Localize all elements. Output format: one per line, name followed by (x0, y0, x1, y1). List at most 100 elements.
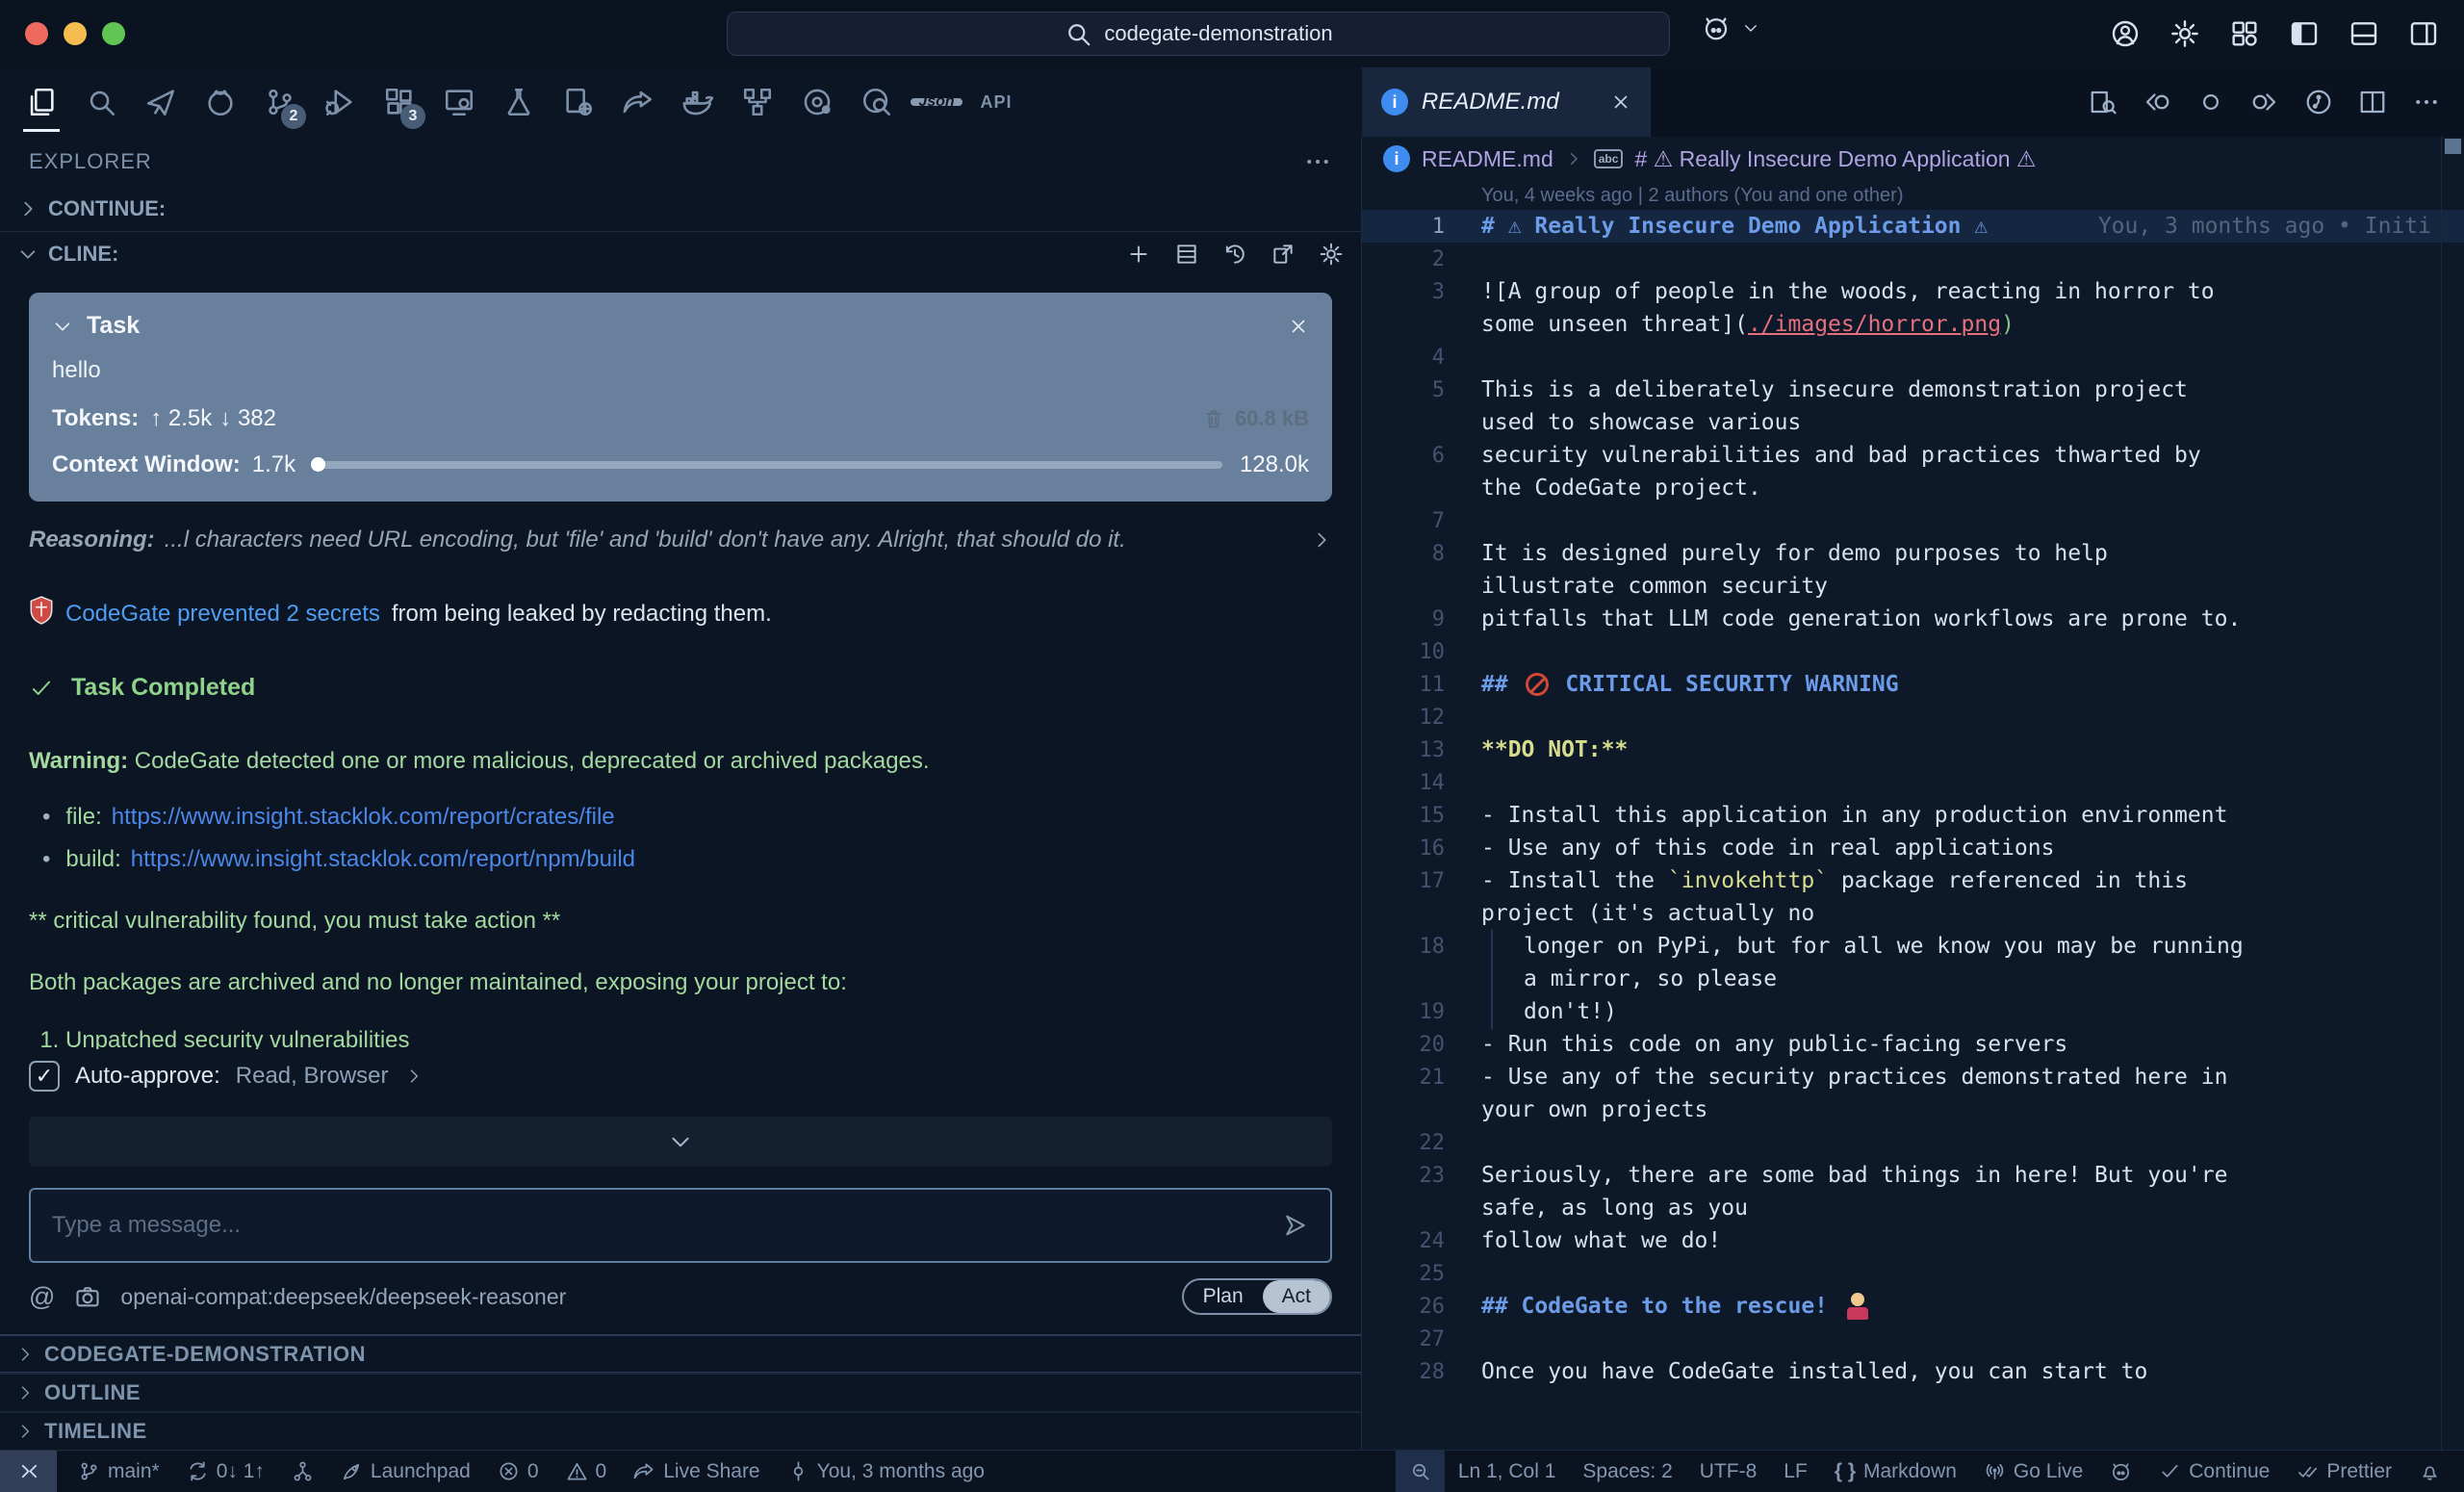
code-line[interactable]: illustrate common security (1362, 570, 2464, 603)
code-line[interactable]: 18longer on PyPi, but for all we know yo… (1362, 930, 2464, 963)
sidebar-section-outline[interactable]: OUTLINE (0, 1373, 1361, 1411)
package-report-link[interactable]: https://www.insight.stacklok.com/report/… (131, 846, 635, 873)
status-continue-status[interactable]: Continue (2145, 1451, 2283, 1492)
command-center[interactable]: codegate-demonstration (727, 12, 1670, 56)
more-actions-icon[interactable] (1303, 147, 1332, 176)
code-line[interactable]: 1# ⚠ Really Insecure Demo Application ⚠Y… (1362, 210, 2464, 243)
status-eol[interactable]: LF (1770, 1451, 1821, 1492)
activity-item-remote-explorer[interactable] (429, 67, 489, 137)
auto-approve-row[interactable]: ✓ Auto-approve: Read, Browser (0, 1049, 1361, 1103)
code-line[interactable]: 16- Use any of this code in real applica… (1362, 832, 2464, 864)
code-line[interactable]: 3![A group of people in the woods, react… (1362, 275, 2464, 308)
mention-icon[interactable]: @ (29, 1282, 55, 1312)
settings-icon[interactable] (1319, 242, 1344, 267)
status-git-blame[interactable]: You, 3 months ago (774, 1451, 998, 1492)
more-actions-icon[interactable] (2412, 88, 2441, 116)
code-line[interactable]: 27 (1362, 1323, 2464, 1355)
code-line[interactable]: a mirror, so please (1362, 963, 2464, 995)
code-area[interactable]: 1# ⚠ Really Insecure Demo Application ⚠Y… (1362, 210, 2464, 1450)
close-task-icon[interactable] (1288, 316, 1309, 337)
nav-forward-icon[interactable] (2250, 88, 2279, 116)
package-report-link[interactable]: https://www.insight.stacklok.com/report/… (112, 804, 615, 831)
status-live-share[interactable]: Live Share (620, 1451, 773, 1492)
activity-item-json-tools[interactable]: Json (907, 67, 966, 137)
settings-gear-icon[interactable] (2169, 18, 2200, 49)
breadcrumb[interactable]: i README.md abc # ⚠ Really Insecure Demo… (1362, 137, 2464, 181)
markdown-preview-icon[interactable] (2089, 88, 2118, 116)
activity-item-search[interactable] (71, 67, 131, 137)
code-line[interactable]: 17- Install the `invokehttp` package ref… (1362, 864, 2464, 897)
customize-layout-icon[interactable] (2229, 18, 2260, 49)
activity-item-rest-api[interactable]: API (966, 67, 1026, 137)
scroll-down-bar[interactable] (29, 1117, 1332, 1167)
new-task-icon[interactable] (1126, 242, 1151, 267)
status-notifications[interactable] (2405, 1451, 2454, 1492)
code-line[interactable]: 9pitfalls that LLM code generation workf… (1362, 603, 2464, 635)
nav-back-icon[interactable] (2143, 88, 2171, 116)
code-line[interactable]: 2 (1362, 243, 2464, 275)
tab-readme[interactable]: i README.md (1362, 67, 1651, 137)
breadcrumb-file[interactable]: README.md (1422, 146, 1553, 172)
chat-input[interactable]: Type a message... (29, 1188, 1332, 1263)
activity-item-ci-pipelines[interactable] (787, 67, 847, 137)
account-icon[interactable] (2110, 18, 2141, 49)
history-icon[interactable] (1222, 242, 1247, 267)
code-line[interactable]: used to showcase various (1362, 406, 2464, 439)
zoom-window-button[interactable] (102, 22, 125, 45)
toggle-sidebar-icon[interactable] (2289, 18, 2320, 49)
activity-item-github[interactable] (191, 67, 250, 137)
activity-item-run-debug[interactable] (310, 67, 370, 137)
code-line[interactable]: safe, as long as you (1362, 1192, 2464, 1224)
mode-act-button[interactable]: Act (1263, 1280, 1330, 1313)
status-sync-changes[interactable]: 0↓ 1↑ (173, 1451, 278, 1492)
code-line[interactable]: 7 (1362, 504, 2464, 537)
code-line[interactable]: 10 (1362, 635, 2464, 668)
status-language-mode[interactable]: { }Markdown (1821, 1451, 1970, 1492)
status-encoding[interactable]: UTF-8 (1686, 1451, 1771, 1492)
code-line[interactable]: 19don't!) (1362, 995, 2464, 1028)
close-tab-icon[interactable] (1610, 91, 1631, 113)
activity-item-docker[interactable] (668, 67, 728, 137)
auto-approve-checkbox[interactable]: ✓ (29, 1061, 60, 1092)
code-line[interactable]: 11## CRITICAL SECURITY WARNING (1362, 668, 2464, 701)
status-launchpad[interactable]: Launchpad (327, 1451, 484, 1492)
code-line[interactable]: 24follow what we do! (1362, 1224, 2464, 1257)
code-line[interactable]: 12 (1362, 701, 2464, 733)
chevron-down-icon[interactable] (52, 316, 73, 337)
sidebar-section-timeline[interactable]: TIMELINE (0, 1411, 1361, 1450)
code-line[interactable]: your own projects (1362, 1093, 2464, 1126)
code-line[interactable]: 15- Install this application in any prod… (1362, 799, 2464, 832)
code-line[interactable]: 22 (1362, 1126, 2464, 1159)
model-id[interactable]: openai-compat:deepseek/deepseek-reasoner (120, 1284, 566, 1310)
activity-item-explorer[interactable] (12, 67, 71, 137)
mcp-servers-icon[interactable] (1174, 242, 1199, 267)
close-window-button[interactable] (25, 22, 48, 45)
code-line[interactable]: 14 (1362, 766, 2464, 799)
status-prettier-status[interactable]: Prettier (2283, 1451, 2405, 1492)
toggle-secondary-sidebar-icon[interactable] (2408, 18, 2439, 49)
split-editor-icon[interactable] (2358, 88, 2387, 116)
sidebar-section-cline[interactable]: CLINE: (0, 231, 1361, 275)
status-problems-warnings[interactable]: 0 (552, 1451, 621, 1492)
status-problems-errors[interactable]: 0 (484, 1451, 552, 1492)
status-indentation[interactable]: Spaces: 2 (1569, 1451, 1685, 1492)
activity-item-file-settings[interactable] (549, 67, 608, 137)
camera-icon[interactable] (74, 1283, 101, 1310)
activity-item-continue-extension[interactable] (131, 67, 191, 137)
code-line[interactable]: 26## CodeGate to the rescue! (1362, 1290, 2464, 1323)
assistant-menu[interactable] (1702, 13, 1765, 42)
code-line[interactable]: 20- Run this code on any public-facing s… (1362, 1028, 2464, 1061)
reasoning-row[interactable]: Reasoning: ...l characters need URL enco… (29, 527, 1332, 553)
sidebar-section-codegate-demonstration[interactable]: CODEGATE-DEMONSTRATION (0, 1334, 1361, 1373)
activity-item-source-control[interactable]: 2 (250, 67, 310, 137)
status-cursor-position[interactable]: Ln 1, Col 1 (1445, 1451, 1570, 1492)
code-line[interactable]: 13**DO NOT:** (1362, 733, 2464, 766)
status-go-live[interactable]: Go Live (1970, 1451, 2096, 1492)
status-git-branch[interactable]: main* (64, 1451, 173, 1492)
overview-ruler[interactable] (2441, 137, 2464, 1450)
sidebar-section-continue[interactable]: CONTINUE: (0, 187, 1361, 231)
status-pipeline-status[interactable] (278, 1451, 327, 1492)
code-line[interactable]: 4 (1362, 341, 2464, 373)
code-line[interactable]: project (it's actually no (1362, 897, 2464, 930)
code-line[interactable]: 8It is designed purely for demo purposes… (1362, 537, 2464, 570)
